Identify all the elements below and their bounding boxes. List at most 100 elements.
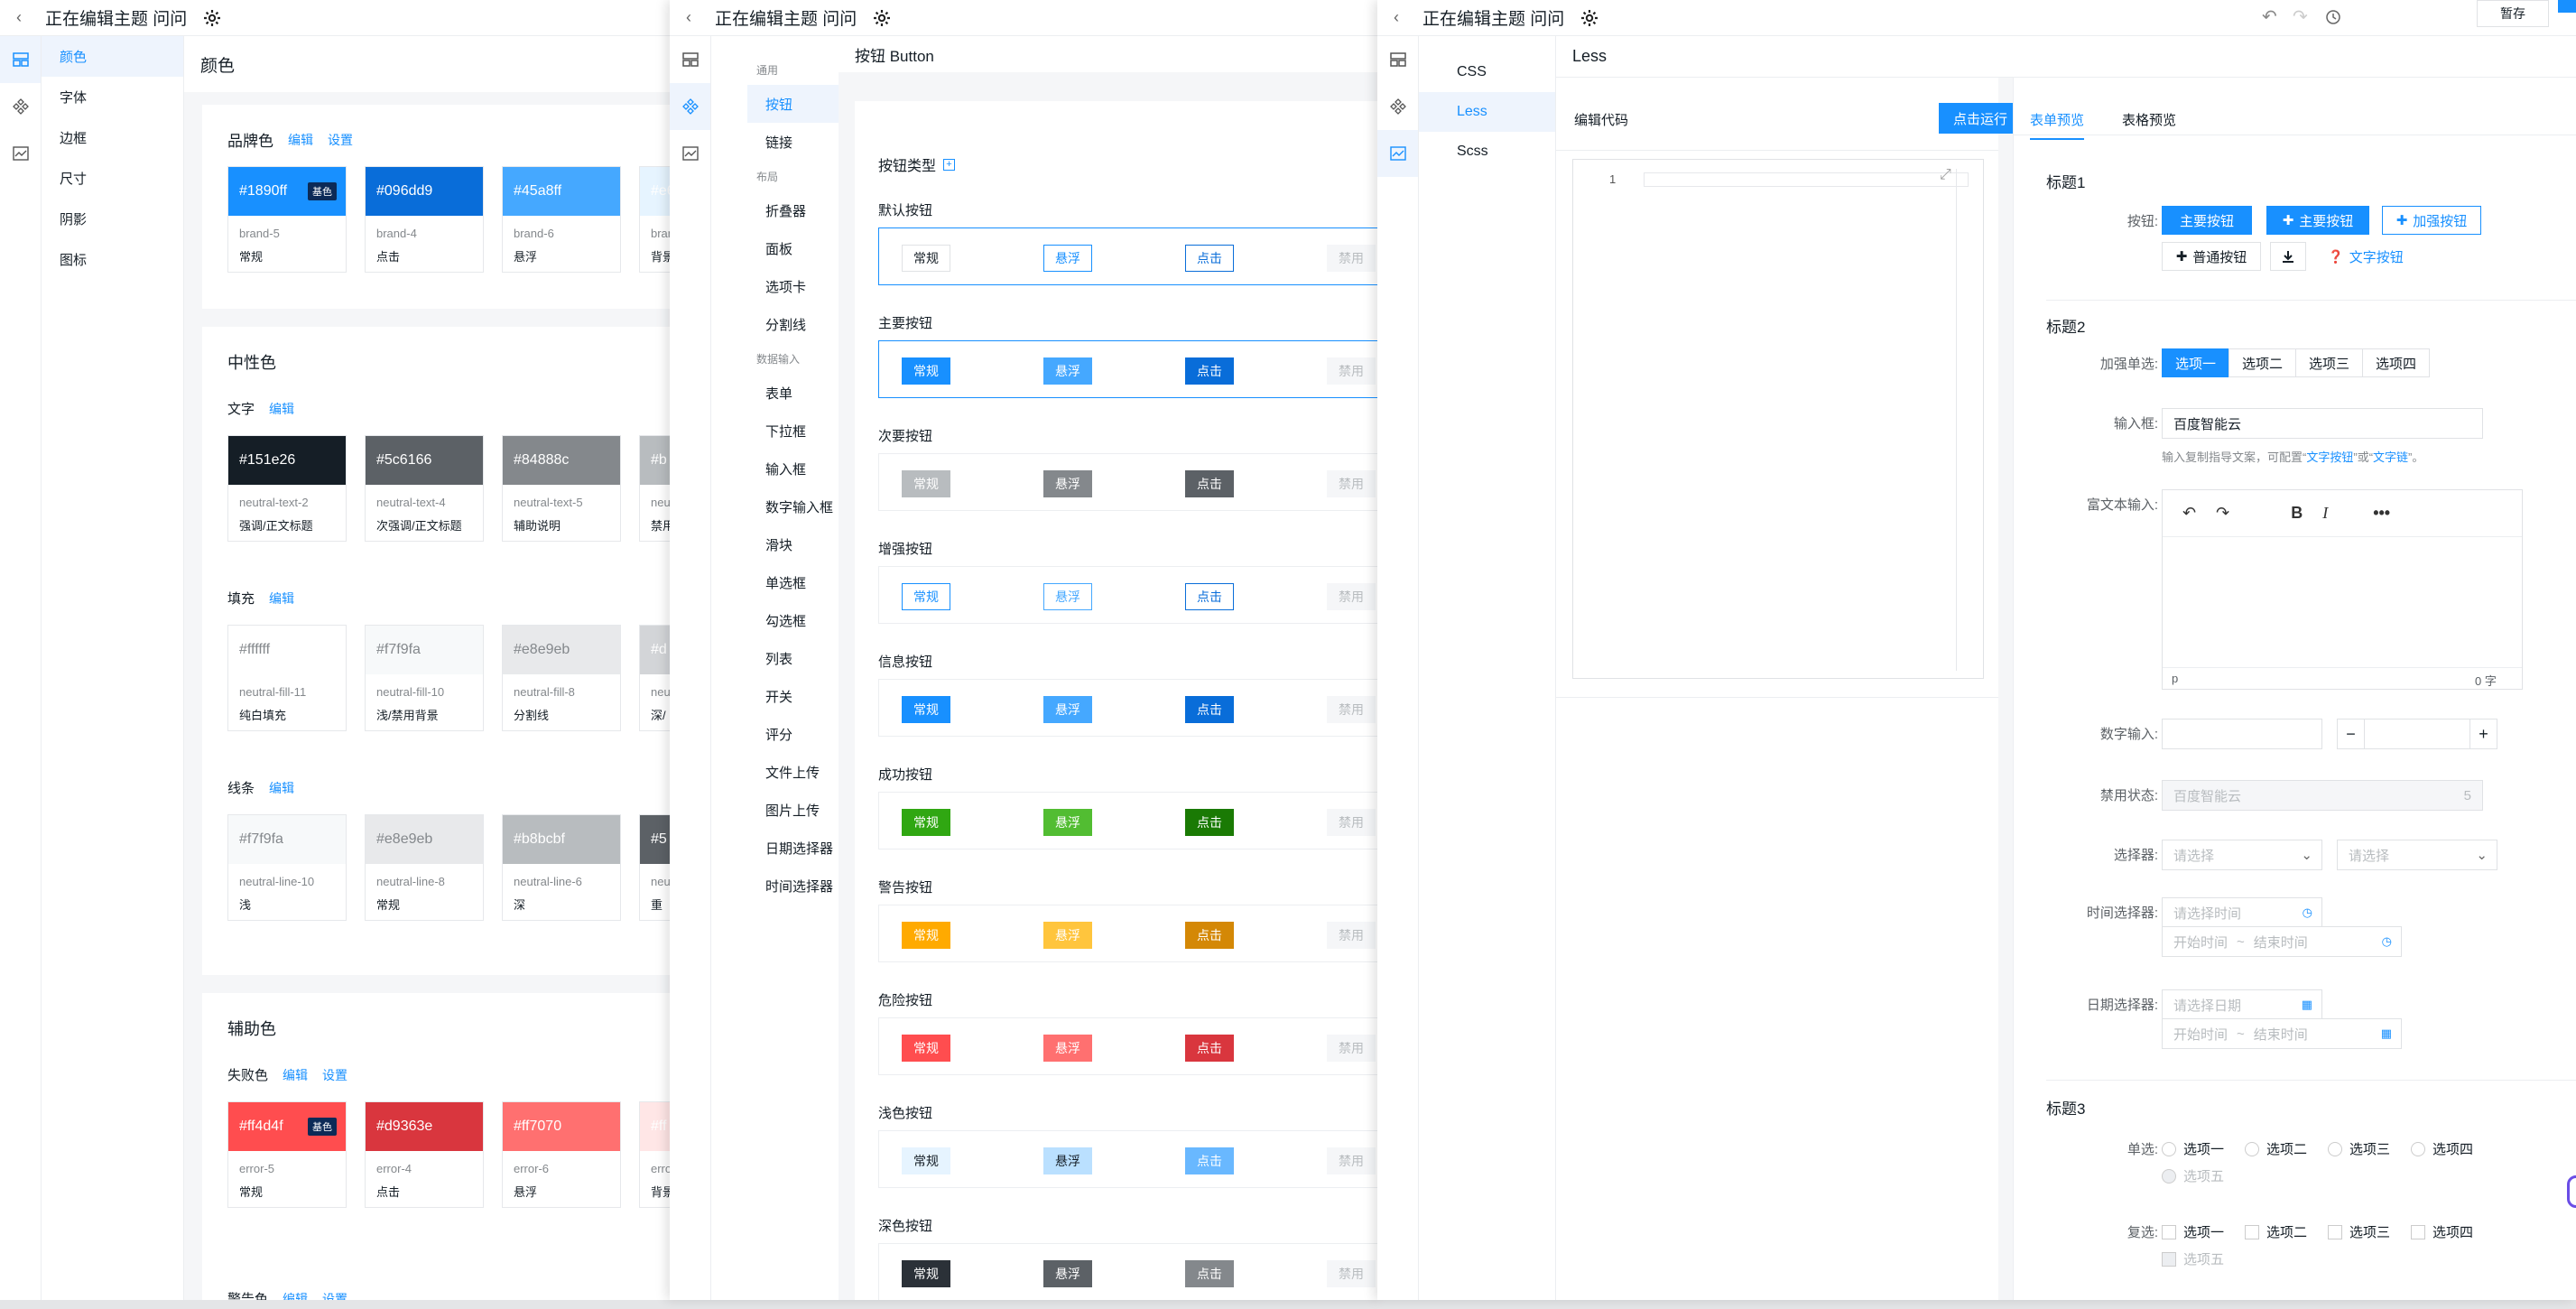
sample-button[interactable]: 常规 (902, 1035, 950, 1062)
sample-button[interactable]: 禁用 (1327, 1147, 1376, 1174)
time-range-picker[interactable]: 开始时间 ~ 结束时间 ◷ (2162, 926, 2402, 957)
number-stepper[interactable]: − + (2337, 719, 2497, 749)
sample-button[interactable]: 悬浮 (1043, 1147, 1092, 1174)
warning-settings-link[interactable]: 设置 (322, 1290, 347, 1301)
color-swatch[interactable]: #ff4d4f 基色 error-5 常规 (227, 1101, 347, 1208)
redo-icon[interactable]: ↷ (2293, 5, 2308, 28)
italic-icon[interactable]: I (2322, 504, 2328, 523)
sample-button[interactable]: 点击 (1185, 809, 1234, 836)
color-swatch[interactable]: #e8e9eb neutral-fill-8 分割线 (502, 625, 621, 731)
back-icon[interactable]: ‹ (1394, 8, 1406, 27)
checkbox-option[interactable]: 选项三 (2328, 1222, 2390, 1241)
sample-button[interactable]: 点击 (1185, 357, 1234, 385)
sample-button[interactable]: 禁用 (1327, 696, 1376, 723)
line-edit-link[interactable]: 编辑 (269, 779, 294, 797)
gear-icon[interactable] (203, 9, 221, 27)
nav-item[interactable]: 颜色 (42, 36, 183, 77)
radio-option[interactable]: 选项三 (2328, 1139, 2390, 1158)
date-range-picker[interactable]: 开始时间 ~ 结束时间 ▦ (2162, 1018, 2402, 1049)
sample-button[interactable]: 悬浮 (1043, 1260, 1092, 1287)
nav-item[interactable]: 阴影 (42, 199, 183, 239)
undo-icon[interactable]: ↶ (2182, 504, 2196, 523)
tab-form-preview[interactable]: 表单预览 (2030, 110, 2085, 140)
select-1[interactable]: 请选择 ⌄ (2162, 840, 2322, 870)
sample-button[interactable]: 悬浮 (1043, 696, 1092, 723)
sample-button[interactable]: 常规 (902, 1147, 950, 1174)
expand-icon[interactable]: ⤢ (1940, 167, 1951, 183)
rail-code[interactable] (0, 130, 41, 177)
save-draft-button[interactable]: 暂存 (2477, 0, 2549, 27)
bold-icon[interactable]: B (2291, 504, 2303, 523)
sample-button[interactable]: 禁用 (1327, 583, 1376, 610)
button-preview-row[interactable]: 常规 悬浮 点击 禁用 (878, 792, 1381, 849)
history-icon[interactable] (2325, 9, 2341, 25)
segment-option[interactable]: 选项四 (2362, 348, 2431, 377)
back-icon[interactable]: ‹ (686, 8, 699, 27)
color-swatch[interactable]: #151e26 neutral-text-2 强调/正文标题 (227, 435, 347, 542)
sample-button[interactable]: 禁用 (1327, 1035, 1376, 1062)
sample-button[interactable]: 点击 (1185, 696, 1234, 723)
assistant-bubble[interactable] (2567, 1175, 2576, 1208)
style-tab[interactable]: Less (1419, 92, 1555, 132)
nav-item[interactable]: 边框 (42, 117, 183, 158)
color-swatch[interactable]: #ff7070 error-6 悬浮 (502, 1101, 621, 1208)
button-preview-row[interactable]: 常规 悬浮 点击 禁用 (878, 1017, 1381, 1075)
hint-link-b[interactable]: 文字链 (2373, 450, 2408, 464)
color-swatch[interactable]: #b8bcbf neutral-line-6 深 (502, 814, 621, 921)
redo-icon[interactable]: ↷ (2216, 504, 2229, 523)
date-picker[interactable]: 请选择日期 ▦ (2162, 989, 2322, 1020)
sample-button[interactable]: 常规 (902, 1260, 950, 1287)
color-swatch[interactable]: #5c6166 neutral-text-4 次强调/正文标题 (365, 435, 484, 542)
checkbox-option[interactable]: 选项四 (2411, 1222, 2473, 1241)
color-swatch[interactable]: #d9363e error-4 点击 (365, 1101, 484, 1208)
button-preview-row[interactable]: 常规 悬浮 点击 禁用 (878, 340, 1381, 398)
sample-button[interactable]: 常规 (902, 809, 950, 836)
brand-edit-link[interactable]: 编辑 (288, 131, 313, 149)
primary-plus-button[interactable]: ✚ 主要按钮 (2266, 206, 2369, 235)
color-swatch[interactable]: #84888c neutral-text-5 辅助说明 (502, 435, 621, 542)
sample-button[interactable]: 禁用 (1327, 922, 1376, 949)
color-swatch[interactable]: #f7f9fa neutral-fill-10 浅/禁用背景 (365, 625, 484, 731)
sample-button[interactable]: 悬浮 (1043, 922, 1092, 949)
color-swatch[interactable]: #1890ff 基色 brand-5 常规 (227, 166, 347, 273)
sample-button[interactable]: 常规 (902, 583, 950, 610)
radio-option[interactable]: 选项五 (2162, 1166, 2224, 1185)
color-swatch[interactable]: #ffffff neutral-fill-11 纯白填充 (227, 625, 347, 731)
sample-button[interactable]: 常规 (902, 696, 950, 723)
text-edit-link[interactable]: 编辑 (269, 400, 294, 418)
checkbox-option[interactable]: 选项一 (2162, 1222, 2224, 1241)
publish-button-edge[interactable] (2558, 0, 2576, 13)
radio-option[interactable]: 选项二 (2245, 1139, 2307, 1158)
sample-button[interactable]: 点击 (1185, 1147, 1234, 1174)
sample-button[interactable]: 悬浮 (1043, 1035, 1092, 1062)
button-preview-row[interactable]: 常规 悬浮 点击 禁用 (878, 1243, 1381, 1300)
enhanced-button[interactable]: ✚ 加强按钮 (2382, 206, 2481, 235)
style-tab[interactable]: CSS (1419, 52, 1555, 92)
button-preview-row[interactable]: 常规 悬浮 点击 禁用 (878, 905, 1381, 962)
color-swatch[interactable]: #45a8ff brand-6 悬浮 (502, 166, 621, 273)
hint-link-a[interactable]: 文字按钮 (2306, 450, 2353, 464)
rail-code[interactable] (670, 130, 710, 177)
sample-button[interactable]: 点击 (1185, 245, 1234, 272)
rail-colors[interactable] (1377, 36, 1418, 83)
text-button[interactable]: ❓ 文字按钮 (2321, 242, 2411, 271)
sample-button[interactable]: 点击 (1185, 583, 1234, 610)
button-preview-row[interactable]: 常规 悬浮 点击 禁用 (878, 1130, 1381, 1188)
segment-option[interactable]: 选项一 (2162, 348, 2230, 377)
sample-button[interactable]: 悬浮 (1043, 583, 1092, 610)
segment-option[interactable]: 选项二 (2229, 348, 2297, 377)
checkbox-option[interactable]: 选项二 (2245, 1222, 2307, 1241)
plus-icon[interactable]: + (2469, 719, 2497, 748)
select-2[interactable]: 请选择 ⌄ (2337, 840, 2497, 870)
number-input[interactable] (2162, 719, 2322, 749)
button-preview-row[interactable]: 常规 悬浮 点击 禁用 (878, 453, 1381, 511)
radio-option[interactable]: 选项一 (2162, 1139, 2224, 1158)
fill-edit-link[interactable]: 编辑 (269, 590, 294, 608)
tab-table-preview[interactable]: 表格预览 (2122, 110, 2176, 129)
button-preview-row[interactable]: 常规 悬浮 点击 禁用 (878, 566, 1381, 624)
error-settings-link[interactable]: 设置 (322, 1066, 347, 1084)
sample-button[interactable]: 悬浮 (1043, 809, 1092, 836)
sample-button[interactable]: 点击 (1185, 1035, 1234, 1062)
brand-settings-link[interactable]: 设置 (328, 131, 353, 149)
sample-button[interactable]: 禁用 (1327, 357, 1376, 385)
